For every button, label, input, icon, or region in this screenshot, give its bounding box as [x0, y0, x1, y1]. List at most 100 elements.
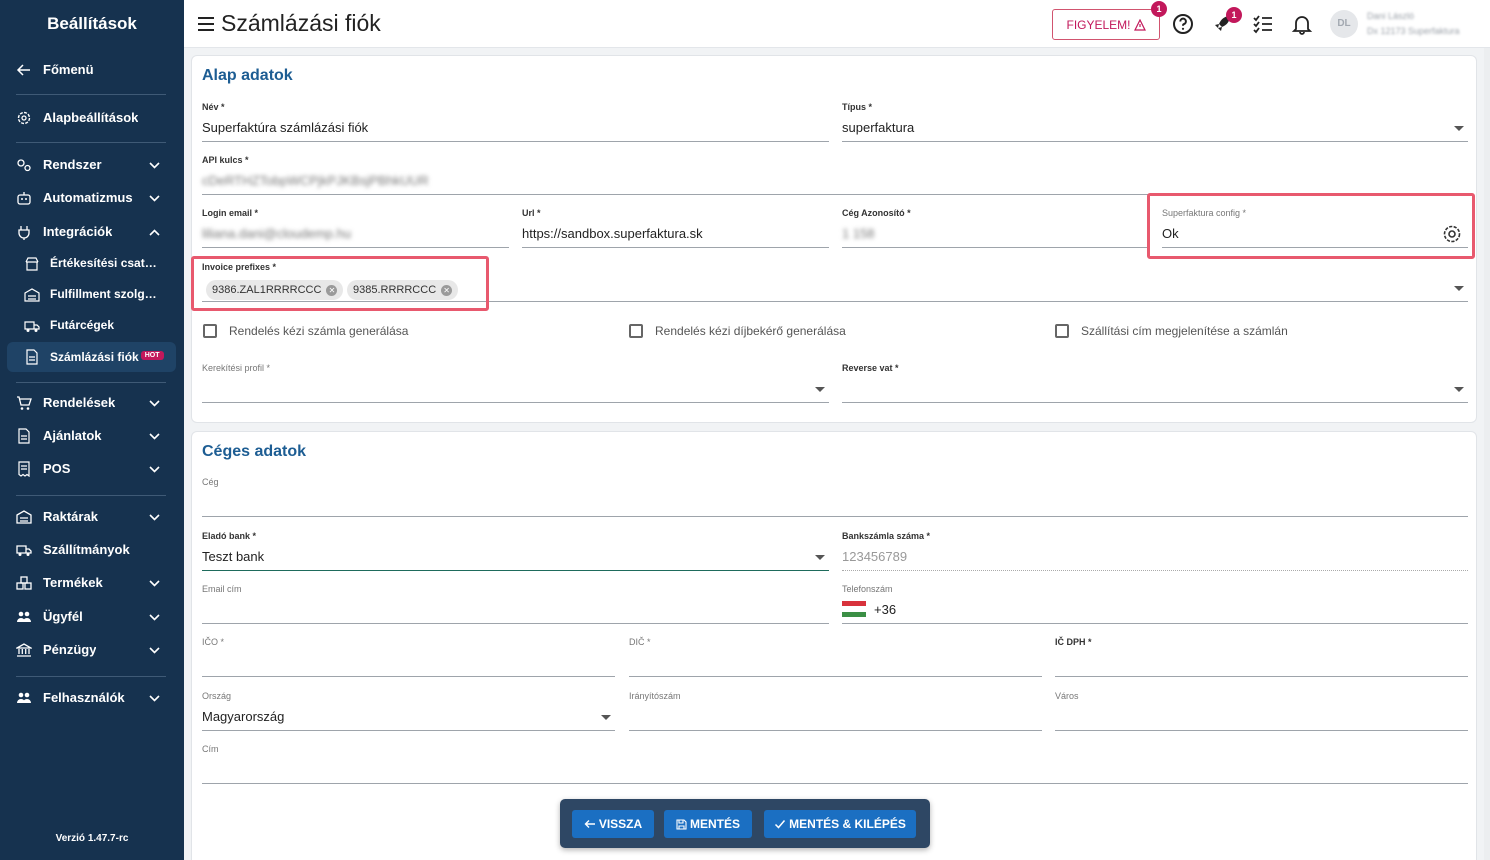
- chevron-up-icon: [148, 226, 161, 239]
- sidebar-item-finance[interactable]: Pénzügy: [0, 637, 184, 663]
- sidebar-item-label: POS: [43, 461, 71, 476]
- checkbox-box[interactable]: [1055, 324, 1069, 338]
- city-field[interactable]: Város: [1055, 691, 1468, 731]
- sidebar-item-main-menu[interactable]: Főmenü: [0, 57, 184, 83]
- sidebar-item-fulfillment[interactable]: Fulfillment szolgáltatók: [0, 282, 184, 308]
- rounding-profile-select[interactable]: Kerekítési profil *: [202, 363, 829, 403]
- cart-icon: [16, 395, 32, 411]
- field-label: Név *: [202, 102, 225, 112]
- sidebar-item-basic-settings[interactable]: Alapbeállítások: [0, 105, 184, 131]
- sidebar-item-shipments[interactable]: Szállítmányok: [0, 537, 184, 563]
- sidebar-item-users[interactable]: Felhasználók: [0, 685, 184, 711]
- plug-icon: [16, 224, 32, 240]
- back-button[interactable]: VISSZA: [572, 810, 654, 838]
- avatar[interactable]: DL: [1330, 10, 1358, 38]
- sidebar-item-couriers[interactable]: Futárcégek: [0, 313, 184, 339]
- storefront-icon: [24, 256, 40, 272]
- checkbox-box[interactable]: [203, 324, 217, 338]
- users-icon: [16, 609, 32, 625]
- user-name: Dani László: [1367, 11, 1415, 21]
- phone-field[interactable]: Telefonszám +36: [842, 584, 1468, 624]
- sidebar-item-label: Raktárak: [43, 509, 98, 524]
- shipping-address-checkbox[interactable]: Szállítási cím megjelenítése a számlán: [1055, 324, 1288, 338]
- sidebar-item-label: Termékek: [43, 575, 103, 590]
- dic-field[interactable]: DIČ *: [629, 637, 1042, 677]
- field-label: Login email *: [202, 208, 259, 218]
- field-label: IČ DPH *: [1055, 637, 1092, 647]
- type-select[interactable]: Típus * superfaktura: [842, 102, 1468, 142]
- field-label: Cím: [202, 744, 219, 754]
- dropdown-arrow-icon: [1454, 286, 1464, 291]
- sidebar-item-warehouses[interactable]: Raktárak: [0, 504, 184, 530]
- sidebar-item-pos[interactable]: POS: [0, 456, 184, 482]
- sidebar-item-customer[interactable]: Ügyfél: [0, 604, 184, 630]
- hungary-flag-icon[interactable]: [842, 601, 866, 617]
- gears-icon: [16, 157, 32, 173]
- sidebar-item-label: Fulfillment szolgáltatók: [50, 287, 162, 301]
- company-id-field[interactable]: Cég Azonosító * 1 158: [842, 208, 1149, 248]
- api-key-field[interactable]: API kulcs * cDeRTHZTobpWCPjkPJKBsjPBhkUU…: [202, 155, 1468, 195]
- checklist-icon[interactable]: [1252, 13, 1274, 35]
- alert-button-label: FIGYELEM!: [1066, 17, 1131, 32]
- address-field[interactable]: Cím: [202, 744, 1468, 784]
- top-header: Számlázási fiók FIGYELEM! 1 1 DL Dani Lá…: [184, 0, 1490, 48]
- sidebar-item-sales-channels[interactable]: Értékesítési csatornák: [0, 251, 184, 277]
- divider: [16, 142, 166, 143]
- sidebar-item-orders[interactable]: Rendelések: [0, 390, 184, 416]
- section-title: Alap adatok: [202, 67, 293, 84]
- bell-icon[interactable]: [1291, 13, 1313, 35]
- hot-badge: HOT: [140, 351, 164, 360]
- sidebar-item-integrations[interactable]: Integrációk: [0, 219, 184, 245]
- checkbox-label: Rendelés kézi díjbekérő generálása: [655, 324, 846, 338]
- manual-proforma-checkbox[interactable]: Rendelés kézi díjbekérő generálása: [629, 324, 846, 338]
- company-field[interactable]: Cég: [202, 477, 1468, 517]
- login-email-field[interactable]: Login email * liliana.dani@cloudemp.hu: [202, 208, 509, 248]
- chevron-down-icon: [148, 430, 161, 443]
- divider: [16, 676, 166, 677]
- check-icon: [774, 818, 786, 830]
- url-field[interactable]: Url * https://sandbox.superfaktura.sk: [522, 208, 829, 248]
- field-label: Url *: [522, 208, 541, 218]
- save-button[interactable]: MENTÉS: [664, 810, 752, 838]
- button-label: MENTÉS & KILÉPÉS: [789, 817, 906, 831]
- sidebar-item-label: Számlázási fiók HOT: [50, 350, 164, 364]
- save-and-exit-button[interactable]: MENTÉS & KILÉPÉS: [764, 810, 916, 838]
- field-label: API kulcs *: [202, 155, 249, 165]
- ico-field[interactable]: IČO *: [202, 637, 615, 677]
- sidebar-item-offers[interactable]: Ajánlatok: [0, 423, 184, 449]
- email-field[interactable]: Email cím: [202, 584, 829, 624]
- chevron-down-icon: [148, 611, 161, 624]
- checkbox-box[interactable]: [629, 324, 643, 338]
- help-icon[interactable]: [1172, 13, 1194, 35]
- ic-dph-field[interactable]: IČ DPH *: [1055, 637, 1468, 677]
- divider: [16, 382, 166, 383]
- basic-data-card: Alap adatok Név * Superfaktúra számlázás…: [191, 55, 1477, 423]
- checkbox-label: Rendelés kézi számla generálása: [229, 324, 409, 338]
- sidebar-item-label: Rendelések: [43, 395, 116, 410]
- phone-prefix: +36: [874, 602, 897, 617]
- field-value: superfaktura: [842, 120, 915, 135]
- hamburger-menu-icon[interactable]: [196, 14, 216, 34]
- name-field[interactable]: Név * Superfaktúra számlázási fiók: [202, 102, 829, 142]
- page-title: Számlázási fiók: [221, 10, 381, 36]
- alert-button[interactable]: FIGYELEM!: [1052, 9, 1160, 40]
- zip-field[interactable]: Irányítószám: [629, 691, 1042, 731]
- dropdown-arrow-icon: [1454, 126, 1464, 131]
- bank-account-field[interactable]: Bankszámla száma * 123456789: [842, 531, 1468, 571]
- sidebar-item-products[interactable]: Termékek: [0, 570, 184, 596]
- sidebar-item-automation[interactable]: Automatizmus: [0, 185, 184, 211]
- seller-bank-select[interactable]: Eladó bank * Teszt bank: [202, 531, 829, 571]
- reverse-vat-select[interactable]: Reverse vat *: [842, 363, 1468, 403]
- scrollbar[interactable]: [1484, 48, 1490, 860]
- sidebar-item-billing-account[interactable]: Számlázási fiók HOT: [7, 342, 176, 372]
- sidebar-item-system[interactable]: Rendszer: [0, 152, 184, 178]
- section-title: Céges adatok: [202, 443, 307, 460]
- floppy-disk-icon: [676, 818, 687, 830]
- chevron-down-icon: [148, 397, 161, 410]
- country-select[interactable]: Ország Magyarország: [202, 691, 615, 731]
- arrow-left-icon: [584, 818, 596, 830]
- button-label: MENTÉS: [689, 817, 740, 831]
- manual-invoice-checkbox[interactable]: Rendelés kézi számla generálása: [203, 324, 408, 338]
- sidebar-item-label: Főmenü: [43, 62, 94, 77]
- robot-icon: [16, 190, 32, 206]
